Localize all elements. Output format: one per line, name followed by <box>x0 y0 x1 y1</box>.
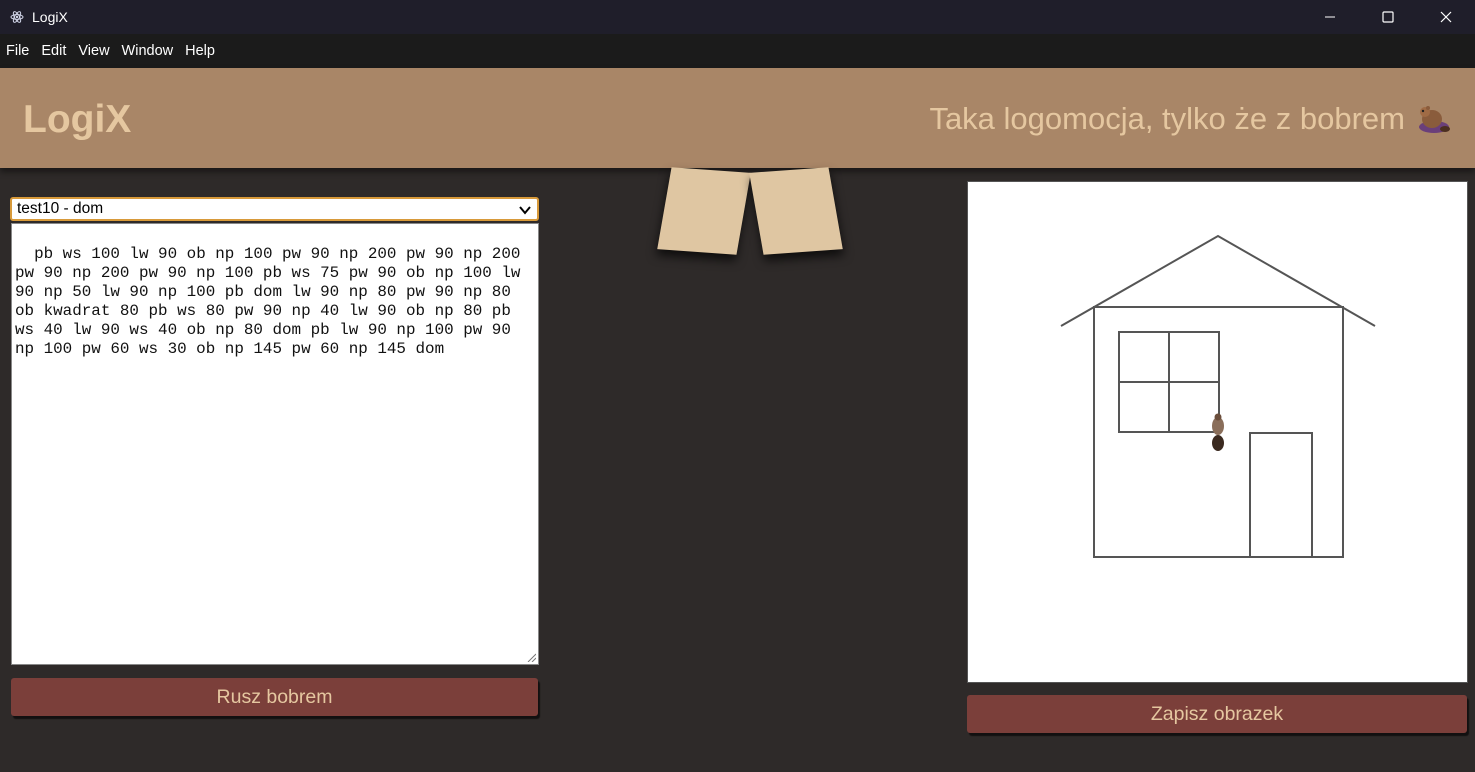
menu-help[interactable]: Help <box>179 43 221 59</box>
door-frame <box>1249 432 1313 557</box>
window-title: LogiX <box>32 9 68 25</box>
drawing-svg <box>1060 234 1376 558</box>
window-controls <box>1301 0 1475 34</box>
code-editor[interactable]: pb ws 100 lw 90 ob np 100 pw 90 np 200 p… <box>11 223 539 665</box>
header-tagline: Taka logomocja, tylko że z bobrem <box>929 101 1451 137</box>
app-header: LogiX Taka logomocja, tylko że z bobrem <box>0 68 1475 168</box>
test-select-value: test10 - dom <box>17 200 104 217</box>
decorative-ribbon-left <box>657 167 751 255</box>
maximize-button[interactable] <box>1359 0 1417 34</box>
beaver-icon <box>1212 413 1224 451</box>
menu-view[interactable]: View <box>72 43 115 59</box>
minimize-icon <box>1325 16 1335 18</box>
menu-window[interactable]: Window <box>116 43 180 59</box>
chevron-down-icon <box>519 206 531 215</box>
save-image-button[interactable]: Zapisz obrazek <box>967 695 1467 733</box>
resize-grip-icon[interactable] <box>526 652 536 662</box>
menu-edit[interactable]: Edit <box>35 43 72 59</box>
app-logo: LogiX <box>23 98 132 141</box>
code-text: pb ws 100 lw 90 ob np 100 pw 90 np 200 p… <box>15 245 530 358</box>
drawing-canvas <box>967 181 1468 683</box>
run-beaver-button[interactable]: Rusz bobrem <box>11 678 538 716</box>
close-button[interactable] <box>1417 0 1475 34</box>
tagline-text: Taka logomocja, tylko że z bobrem <box>929 101 1405 136</box>
minimize-button[interactable] <box>1301 0 1359 34</box>
roof-line <box>1060 234 1376 327</box>
window-titlebar: LogiX <box>0 0 1475 34</box>
close-icon <box>1440 11 1452 23</box>
atom-icon <box>10 11 24 23</box>
menu-file[interactable]: File <box>0 43 35 59</box>
maximize-icon <box>1382 11 1394 23</box>
decorative-ribbon-right <box>749 167 843 255</box>
test-select[interactable]: test10 - dom <box>10 197 539 221</box>
beaver-icon <box>1419 106 1450 133</box>
menu-bar: File Edit View Window Help <box>0 34 1475 68</box>
